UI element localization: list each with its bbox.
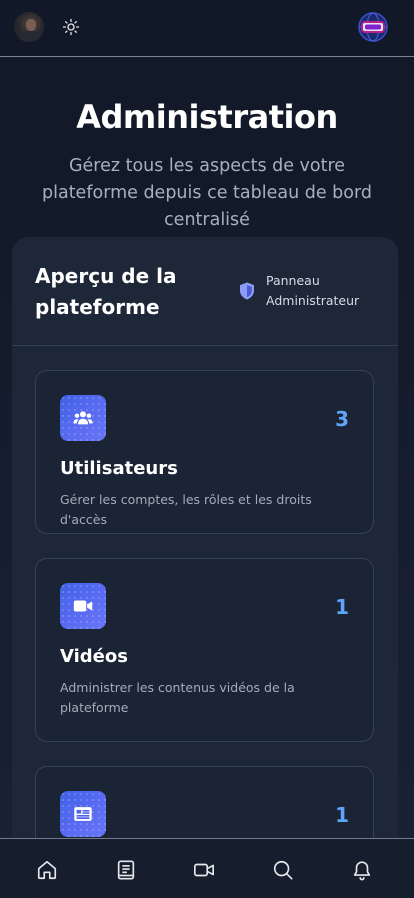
- module-card-users[interactable]: 3 Utilisateurs Gérer les comptes, les rô…: [35, 370, 374, 534]
- user-avatar[interactable]: [14, 12, 44, 42]
- search-icon: [273, 860, 293, 880]
- nav-notifications[interactable]: [332, 839, 392, 898]
- video-icon: [60, 583, 106, 629]
- sun-icon[interactable]: [62, 18, 80, 36]
- page-title: Administration: [76, 98, 338, 136]
- module-name-users: Utilisateurs: [60, 458, 178, 479]
- nav-library[interactable]: [96, 839, 156, 898]
- module-description-users: Gérer les comptes, les rôles et les droi…: [60, 492, 312, 527]
- admin-panel-badge: Panneau Administrateur: [266, 273, 360, 308]
- users-icon: [60, 395, 106, 441]
- nav-home[interactable]: [17, 839, 77, 898]
- overview-title: Aperçu de la plateforme: [35, 264, 177, 319]
- shield-icon: [240, 282, 254, 300]
- nav-search[interactable]: [253, 839, 313, 898]
- video-icon: [194, 863, 214, 877]
- home-icon: [37, 860, 57, 880]
- articles-count: 1: [335, 803, 349, 827]
- globe-icon[interactable]: [357, 11, 389, 43]
- book-icon: [117, 860, 135, 880]
- module-description-videos: Administrer les contenus vidéos de la pl…: [60, 680, 295, 715]
- bottom-navigation: [0, 838, 414, 898]
- nav-videos[interactable]: [174, 839, 234, 898]
- bell-icon: [353, 861, 371, 881]
- article-icon: [60, 791, 106, 837]
- platform-overview-card: Aperçu de la plateforme Panneau Administ…: [12, 237, 398, 898]
- page-subtitle: Gérez tous les aspects de votre platefor…: [42, 156, 372, 230]
- admin-page: Administration Gérez tous les aspects de…: [0, 0, 414, 898]
- users-count: 3: [335, 407, 349, 431]
- module-card-videos[interactable]: 1 Vidéos Administrer les contenus vidéos…: [35, 558, 374, 742]
- videos-count: 1: [335, 595, 349, 619]
- overview-header: Aperçu de la plateforme Panneau Administ…: [12, 237, 398, 346]
- module-name-videos: Vidéos: [60, 646, 128, 667]
- top-bar: [0, 0, 414, 57]
